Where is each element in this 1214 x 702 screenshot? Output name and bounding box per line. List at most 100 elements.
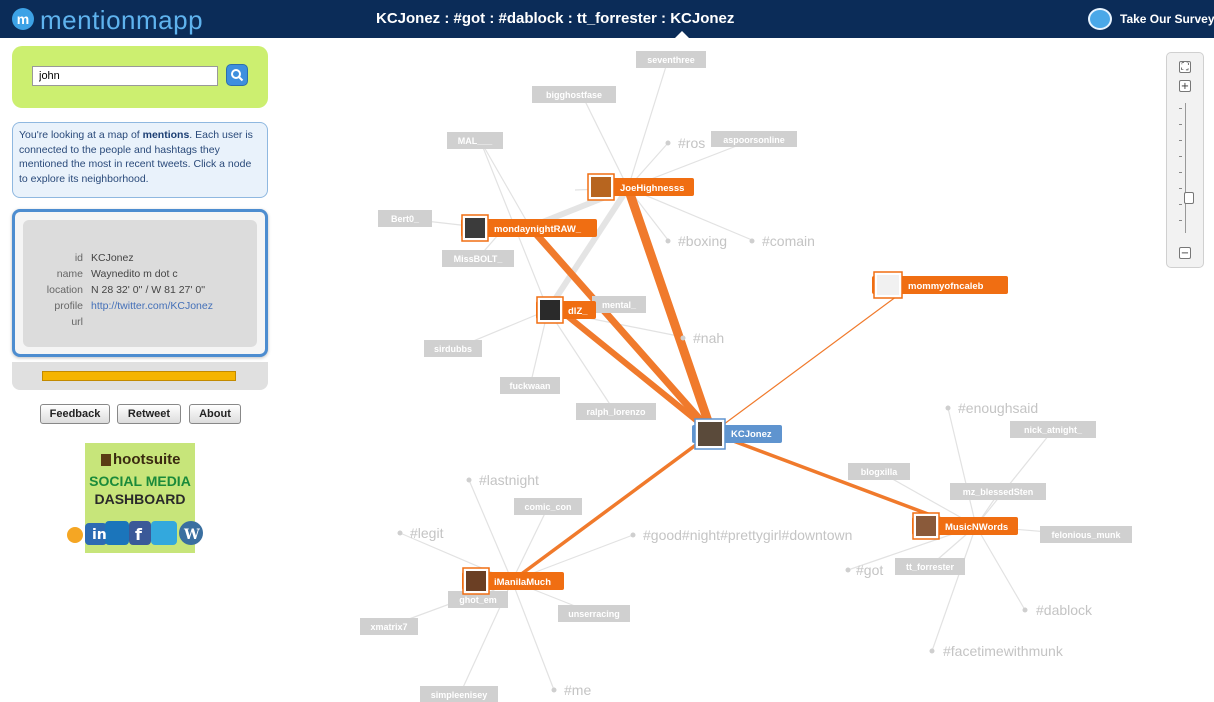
user-node[interactable]: aspoorsonline <box>711 131 797 147</box>
svg-text:fuckwaan: fuckwaan <box>509 381 550 391</box>
social-icons: in f W <box>67 521 203 545</box>
thick-secondary-edges <box>528 185 631 312</box>
top-bar: m mentionmapp KCJonez : #got : #dablock … <box>0 0 1214 38</box>
svg-text:MissBOLT_: MissBOLT_ <box>454 254 504 264</box>
hashtag-node[interactable]: #facetimewithmunk <box>929 643 1064 659</box>
progress-panel <box>12 362 268 390</box>
breadcrumb[interactable]: KCJonez : #got : #dablock : tt_forrester… <box>376 10 734 27</box>
user-node[interactable]: fuckwaan <box>500 377 560 394</box>
feedback-button[interactable]: Feedback <box>40 404 110 424</box>
ad-line2: DASHBOARD <box>94 491 186 507</box>
profile-link[interactable]: http://twitter.com/KCJonez <box>91 300 213 312</box>
svg-text:#legit: #legit <box>410 525 444 541</box>
logo-icon[interactable]: m <box>12 8 34 30</box>
hashtag-node[interactable]: #got <box>845 562 884 578</box>
user-node[interactable]: ralph_lorenzo <box>576 403 656 420</box>
user-node[interactable]: xmatrix7 <box>360 618 418 635</box>
primary-edges <box>510 183 962 583</box>
search-input[interactable] <box>32 66 218 86</box>
svg-text:#dablock: #dablock <box>1036 602 1093 618</box>
hashtag-node[interactable]: #ros <box>665 135 706 151</box>
svg-text:#me: #me <box>564 682 591 698</box>
hashtag-node[interactable]: #nah <box>680 330 725 346</box>
user-node[interactable]: felonious_munk <box>1040 526 1132 543</box>
user-node[interactable]: blogxilla <box>848 463 910 480</box>
svg-text:#enoughsaid: #enoughsaid <box>958 400 1038 416</box>
center-user-node[interactable]: KCJonez <box>692 418 782 450</box>
active-user-node[interactable]: mommyofncaleb <box>872 271 1008 299</box>
hootsuite-ad[interactable]: hootsuite SOCIAL MEDIA DASHBOARD in f W <box>67 443 203 553</box>
svg-text:#got: #got <box>856 562 883 578</box>
svg-text:#lastnight: #lastnight <box>479 472 539 488</box>
hashtag-node[interactable]: #dablock <box>1022 602 1094 618</box>
url-label: url <box>71 316 83 328</box>
svg-text:comic_con: comic_con <box>524 502 571 512</box>
active-user-node[interactable]: iManilaMuch <box>462 567 564 595</box>
active-user-node[interactable]: JoeHighnesss <box>587 173 694 201</box>
svg-text:#good#night#prettygirl#downtow: #good#night#prettygirl#downtown <box>643 527 852 543</box>
svg-text:#boxing: #boxing <box>678 233 727 249</box>
svg-text:bigghostfase: bigghostfase <box>546 90 602 100</box>
svg-text:dlZ_: dlZ_ <box>568 306 588 317</box>
svg-text:xmatrix7: xmatrix7 <box>370 622 407 632</box>
user-node[interactable]: simpleenisey <box>420 686 498 702</box>
about-button[interactable]: About <box>189 404 241 424</box>
svg-text:#ros: #ros <box>678 135 705 151</box>
user-node[interactable]: tt_forrester <box>895 558 965 575</box>
hashtag-node[interactable]: #me <box>551 682 592 698</box>
hashtag-node[interactable]: #good#night#prettygirl#downtown <box>630 527 853 543</box>
svg-text:unserracing: unserracing <box>568 609 620 619</box>
profile-label: profile <box>54 300 83 312</box>
active-user-node[interactable]: dlZ_ <box>536 296 596 324</box>
hashtag-node[interactable]: #comain <box>749 233 815 249</box>
svg-text:Bert0_: Bert0_ <box>391 214 420 224</box>
app-logo[interactable]: mentionmapp <box>40 5 203 36</box>
user-node[interactable]: nick_atnight_ <box>1010 421 1096 438</box>
zoom-in-icon[interactable]: + <box>1179 80 1191 92</box>
progress-bar <box>42 371 236 381</box>
svg-text:mz_blessedSten: mz_blessedSten <box>963 487 1034 497</box>
svg-text:tt_forrester: tt_forrester <box>906 562 955 572</box>
svg-text:in: in <box>92 527 107 543</box>
user-node[interactable]: MAL___ <box>447 132 503 149</box>
user-node[interactable]: seventhree <box>636 51 706 68</box>
svg-text:simpleenisey: simpleenisey <box>431 690 488 700</box>
svg-text:KCJonez: KCJonez <box>731 429 772 440</box>
user-name: Waynedito m dot c <box>91 268 178 280</box>
hashtag-node[interactable]: #enoughsaid <box>945 400 1039 416</box>
user-node[interactable]: Bert0_ <box>378 210 432 227</box>
svg-text:mondaynightRAW_: mondaynightRAW_ <box>494 224 582 235</box>
survey-icon[interactable] <box>1088 8 1112 30</box>
zoom-slider-thumb[interactable] <box>1184 192 1194 204</box>
hashtag-node[interactable]: #boxing <box>665 233 728 249</box>
active-user-node[interactable]: mondaynightRAW_ <box>461 214 597 242</box>
svg-text:sirdubbs: sirdubbs <box>434 344 472 354</box>
hootsuite-icon <box>67 527 83 543</box>
user-node[interactable]: mz_blessedSten <box>950 483 1046 500</box>
linkedin-icon <box>105 521 129 545</box>
svg-text:mommyofncaleb: mommyofncaleb <box>908 281 984 292</box>
svg-text:seventhree: seventhree <box>647 55 695 65</box>
svg-text:#nah: #nah <box>693 330 724 346</box>
zoom-out-icon[interactable]: − <box>1179 247 1191 259</box>
svg-text:mental_: mental_ <box>602 300 637 310</box>
svg-text:nick_atnight_: nick_atnight_ <box>1024 425 1083 435</box>
search-button[interactable] <box>226 64 248 86</box>
survey-link[interactable]: Take Our Survey! <box>1120 12 1214 26</box>
user-node[interactable]: mental_ <box>592 296 646 313</box>
hashtag-node[interactable]: #legit <box>397 525 444 541</box>
fit-screen-icon[interactable]: ⛶ <box>1179 61 1191 73</box>
hashtag-node[interactable]: #lastnight <box>466 472 540 488</box>
user-node[interactable]: sirdubbs <box>424 340 482 357</box>
user-node[interactable]: MissBOLT_ <box>442 250 514 267</box>
user-node[interactable]: bigghostfase <box>532 86 616 103</box>
svg-text:MAL___: MAL___ <box>458 136 494 146</box>
id-label: id <box>74 252 83 264</box>
svg-text:felonious_munk: felonious_munk <box>1051 530 1121 540</box>
zoom-slider-track[interactable] <box>1185 103 1186 233</box>
svg-text:#comain: #comain <box>762 233 815 249</box>
user-node[interactable]: comic_con <box>514 498 582 515</box>
retweet-button[interactable]: Retweet <box>117 404 181 424</box>
svg-text:iManilaMuch: iManilaMuch <box>494 577 551 588</box>
user-node[interactable]: unserracing <box>558 605 630 622</box>
